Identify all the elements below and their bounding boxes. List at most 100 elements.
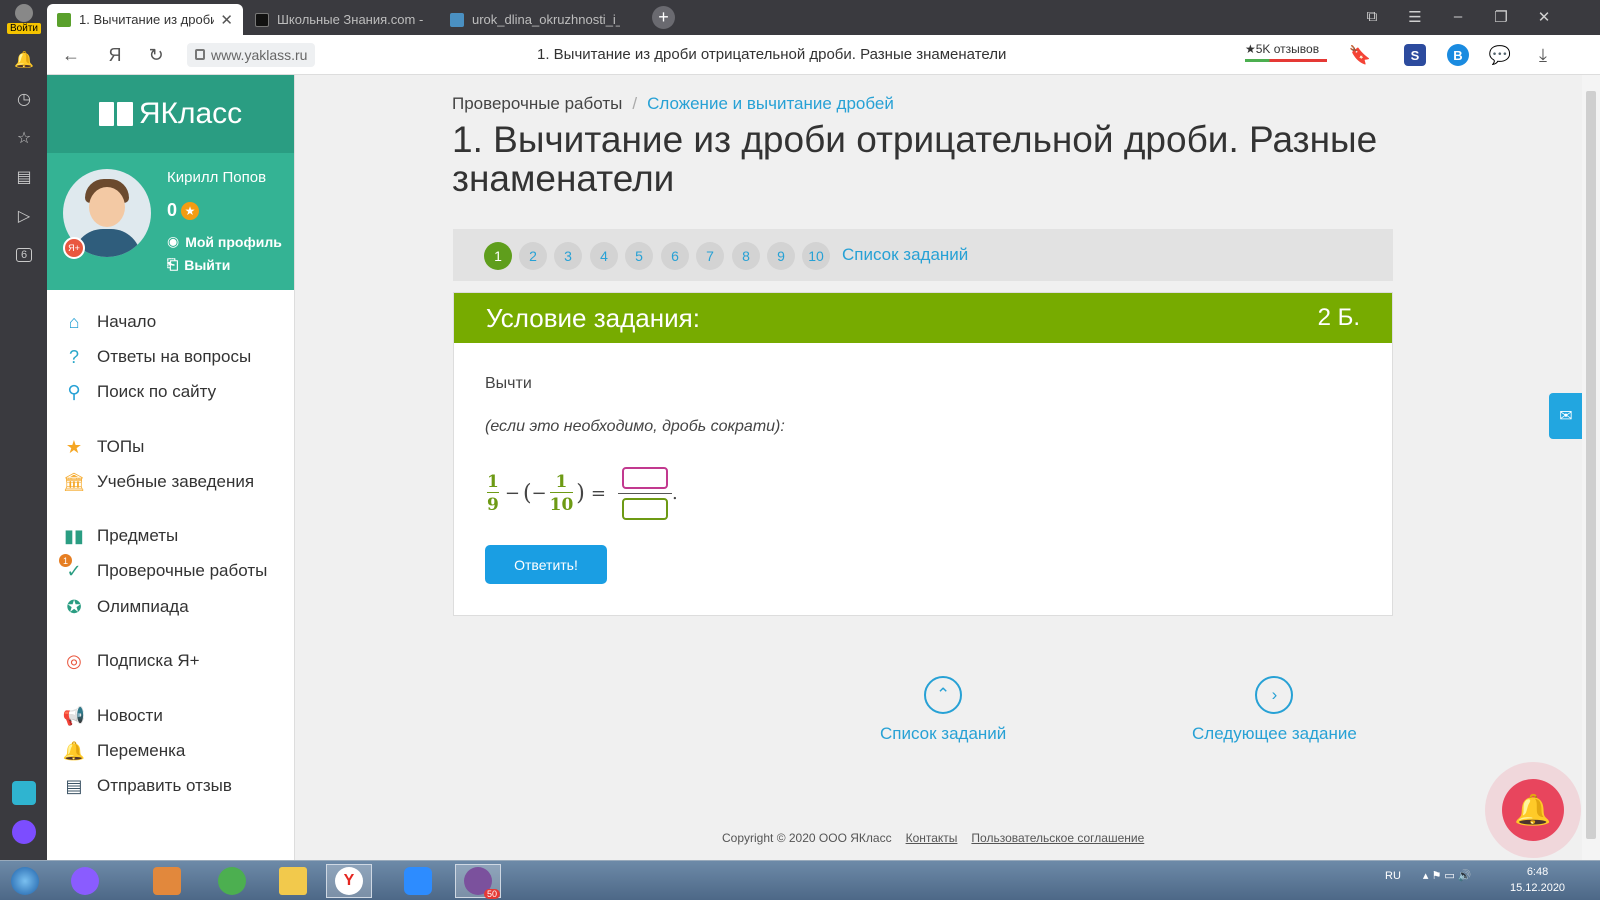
- page-9[interactable]: 9: [767, 242, 795, 270]
- scrollbar[interactable]: [1582, 75, 1600, 860]
- page-7[interactable]: 7: [696, 242, 724, 270]
- new-tab-button[interactable]: +: [652, 6, 675, 29]
- menu-item-news[interactable]: 📢 Новости: [63, 705, 163, 727]
- taskbar-alice[interactable]: [62, 864, 108, 898]
- menu-item-search[interactable]: ⚲ Поиск по сайту: [63, 381, 216, 403]
- logout-link[interactable]: ⎗ Выйти: [167, 256, 230, 273]
- open-paren: (: [522, 480, 532, 506]
- tab-document[interactable]: urok_dlina_okruzhnosti_i_ploshchad: [440, 4, 630, 35]
- login-button[interactable]: Войти: [4, 4, 44, 38]
- taskbar-torrent[interactable]: [209, 864, 255, 898]
- close-window-icon[interactable]: ✕: [1534, 8, 1554, 26]
- login-label: Войти: [7, 23, 41, 34]
- page-5[interactable]: 5: [625, 242, 653, 270]
- restore-icon[interactable]: ❐: [1491, 8, 1511, 26]
- tab-bar: 1. Вычитание из дроби отрицательной дроб…: [47, 0, 1600, 35]
- contacts-link[interactable]: Контакты: [906, 831, 958, 845]
- notifications-icon[interactable]: 🔔: [12, 48, 36, 72]
- task-list-link[interactable]: Список заданий: [842, 245, 968, 265]
- taskbar-media[interactable]: [144, 864, 190, 898]
- star-icon: ★: [65, 436, 83, 457]
- taskbar-explorer[interactable]: [270, 864, 316, 898]
- menu-label: ТОПы: [97, 437, 145, 456]
- taskbar-zoom[interactable]: [395, 864, 441, 898]
- bookmarks-icon[interactable]: ☆: [12, 126, 36, 150]
- submit-answer-button[interactable]: Ответить!: [485, 545, 607, 584]
- page-3[interactable]: 3: [554, 242, 582, 270]
- tabs-icon[interactable]: ⧉: [1362, 8, 1382, 25]
- ext-b-icon[interactable]: B: [1447, 44, 1469, 66]
- download-icon[interactable]: ⤓: [1533, 45, 1553, 65]
- time: 6:48: [1526, 866, 1549, 878]
- yandex-button[interactable]: Я: [105, 45, 125, 65]
- menu-item-break[interactable]: 🔔 Переменка: [63, 740, 186, 762]
- page-6[interactable]: 6: [661, 242, 689, 270]
- collections-icon[interactable]: ▤: [12, 165, 36, 189]
- tab-znanija[interactable]: Школьные Знания.com - Решение задач: [245, 4, 435, 35]
- language-indicator[interactable]: RU: [1385, 870, 1401, 882]
- reload-icon[interactable]: ↻: [146, 45, 166, 65]
- scrollbar-thumb[interactable]: [1586, 91, 1596, 839]
- clock[interactable]: 6:48 15.12.2020: [1510, 864, 1565, 896]
- start-button[interactable]: [2, 864, 48, 898]
- menu-item-schools[interactable]: 🏛 Учебные заведения: [63, 471, 255, 493]
- counter-icon[interactable]: 6: [12, 243, 36, 267]
- ext-s-icon[interactable]: S: [1404, 44, 1426, 66]
- menu-item-tops[interactable]: ★ ТОПы: [63, 436, 144, 458]
- star-icon: ★: [181, 201, 200, 220]
- back-icon[interactable]: ←: [61, 45, 81, 65]
- taskbar-yandex[interactable]: Y: [326, 864, 372, 898]
- menu-icon[interactable]: ☰: [1405, 8, 1425, 26]
- tray-icons[interactable]: ▴ ⚑ ▭ 🔊: [1423, 870, 1472, 882]
- menu-item-home[interactable]: ⌂ Начало: [63, 311, 157, 333]
- reviews-badge[interactable]: ★5K отзывов: [1245, 42, 1327, 62]
- page-1[interactable]: 1: [484, 242, 512, 270]
- page-2[interactable]: 2: [519, 242, 547, 270]
- answer-fraction: [617, 466, 672, 520]
- user-name[interactable]: Кирилл Попов: [167, 169, 266, 186]
- messenger-icon[interactable]: 💬: [1489, 45, 1511, 65]
- media-player-icon: [153, 867, 181, 895]
- mail-icon[interactable]: ✉: [1549, 393, 1583, 439]
- address-bar: ← Я ↻ www.yaklass.ru 1. Вычитание из дро…: [47, 35, 1600, 75]
- minimize-icon[interactable]: –: [1448, 8, 1468, 25]
- breadcrumb-current[interactable]: Сложение и вычитание дробей: [647, 94, 894, 113]
- alice-icon[interactable]: [12, 820, 36, 844]
- menu-label: Начало: [97, 312, 157, 331]
- url-field[interactable]: www.yaklass.ru: [187, 43, 316, 67]
- task-list-nav[interactable]: ⌃ Список заданий: [880, 676, 1006, 744]
- answer-denominator-input[interactable]: [621, 497, 668, 520]
- menu-item-checks[interactable]: ✓ 1 Проверочные работы: [59, 554, 267, 582]
- tab-title: 1. Вычитание из дроби отрицательной дроб…: [79, 12, 215, 27]
- yaklass-favicon: [57, 12, 71, 27]
- app-icon[interactable]: [12, 781, 36, 805]
- profile-link[interactable]: ◉ Мой профиль: [167, 233, 282, 250]
- answer-numerator-input[interactable]: [621, 466, 668, 489]
- menu-item-feedback[interactable]: ▤ Отправить отзыв: [63, 775, 231, 797]
- page-8[interactable]: 8: [732, 242, 760, 270]
- page-4[interactable]: 4: [590, 242, 618, 270]
- menu-label: Предметы: [97, 526, 179, 545]
- menu-item-subscription[interactable]: ◎ Подписка Я+: [63, 650, 199, 672]
- page-10[interactable]: 10: [802, 242, 830, 270]
- tab-yaklass[interactable]: 1. Вычитание из дроби отрицательной дроб…: [47, 4, 243, 35]
- feedback-icon: ▤: [65, 775, 83, 796]
- task-card-header: Условие задания: 2 Б.: [454, 293, 1392, 343]
- taskbar-viber[interactable]: 50: [455, 864, 501, 899]
- user-icon: [15, 4, 33, 22]
- menu-item-subjects[interactable]: ▮▮ Предметы: [63, 525, 178, 547]
- menu-item-answers[interactable]: ? Ответы на вопросы: [63, 346, 251, 368]
- breadcrumb-parent[interactable]: Проверочные работы: [452, 94, 622, 113]
- site-logo[interactable]: ЯКласс: [47, 75, 294, 153]
- breadcrumb: Проверочные работы / Сложение и вычитание …: [452, 94, 894, 114]
- fraction-2: 1 10: [549, 472, 574, 515]
- notification-bell[interactable]: 🔔: [1485, 762, 1581, 858]
- media-icon[interactable]: ▷: [12, 204, 36, 228]
- bookmark-icon[interactable]: 🔖: [1349, 45, 1371, 65]
- menu-item-olympiad[interactable]: ✪ Олимпиада: [63, 596, 188, 618]
- next-task-nav[interactable]: › Следующее задание: [1192, 676, 1357, 744]
- agreement-link[interactable]: Пользовательское соглашение: [971, 831, 1144, 845]
- home-icon: ⌂: [68, 311, 80, 332]
- history-icon[interactable]: ◷: [12, 87, 36, 111]
- close-icon[interactable]: ✕: [214, 11, 233, 29]
